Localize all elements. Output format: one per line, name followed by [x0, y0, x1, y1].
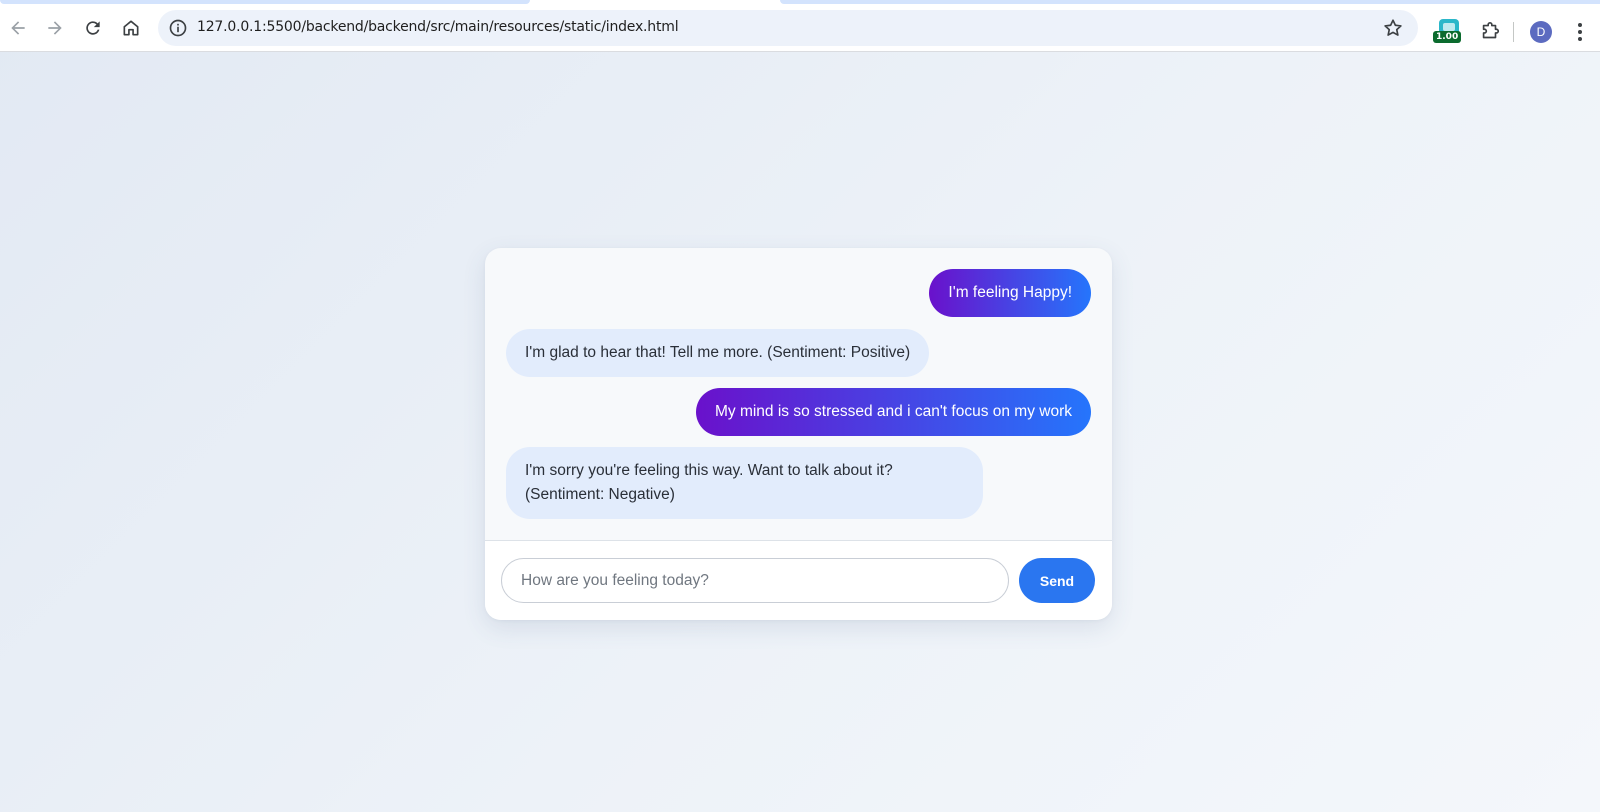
address-bar[interactable]: 127.0.0.1:5500/backend/backend/src/main/… — [158, 10, 1418, 46]
browser-toolbar: 127.0.0.1:5500/backend/backend/src/main/… — [0, 4, 1600, 52]
star-icon[interactable] — [1382, 17, 1404, 39]
browser-menu-button[interactable] — [1568, 16, 1592, 48]
arrow-left-icon — [11, 21, 25, 35]
message-input[interactable] — [501, 558, 1009, 603]
bot-message: I'm glad to hear that! Tell me more. (Se… — [506, 329, 930, 377]
send-button[interactable]: Send — [1019, 558, 1095, 603]
info-icon[interactable] — [168, 18, 188, 38]
reload-button[interactable] — [77, 12, 109, 44]
user-message: My mind is so stressed and i can't focus… — [695, 388, 1091, 436]
profile-avatar[interactable]: D — [1530, 21, 1552, 43]
url-text[interactable]: 127.0.0.1:5500/backend/backend/src/main/… — [197, 19, 679, 35]
home-button[interactable] — [115, 12, 147, 44]
composer: Send — [485, 540, 1112, 620]
extension-badge: 1.00 — [1433, 31, 1462, 43]
user-message: I'm feeling Happy! — [929, 269, 1091, 317]
toolbar-divider — [1513, 22, 1514, 42]
back-button[interactable] — [2, 12, 34, 44]
chat-container: I'm feeling Happy! I'm glad to hear that… — [485, 248, 1112, 620]
extensions-button[interactable] — [1474, 16, 1506, 48]
reload-icon — [86, 21, 100, 35]
kebab-menu-icon — [1578, 23, 1582, 41]
home-icon — [123, 20, 139, 36]
message-list[interactable]: I'm feeling Happy! I'm glad to hear that… — [485, 248, 1112, 540]
forward-button[interactable] — [39, 12, 71, 44]
bot-message: I'm sorry you're feeling this way. Want … — [506, 447, 983, 519]
puzzle-icon — [1482, 22, 1500, 39]
arrow-right-icon — [48, 21, 62, 35]
